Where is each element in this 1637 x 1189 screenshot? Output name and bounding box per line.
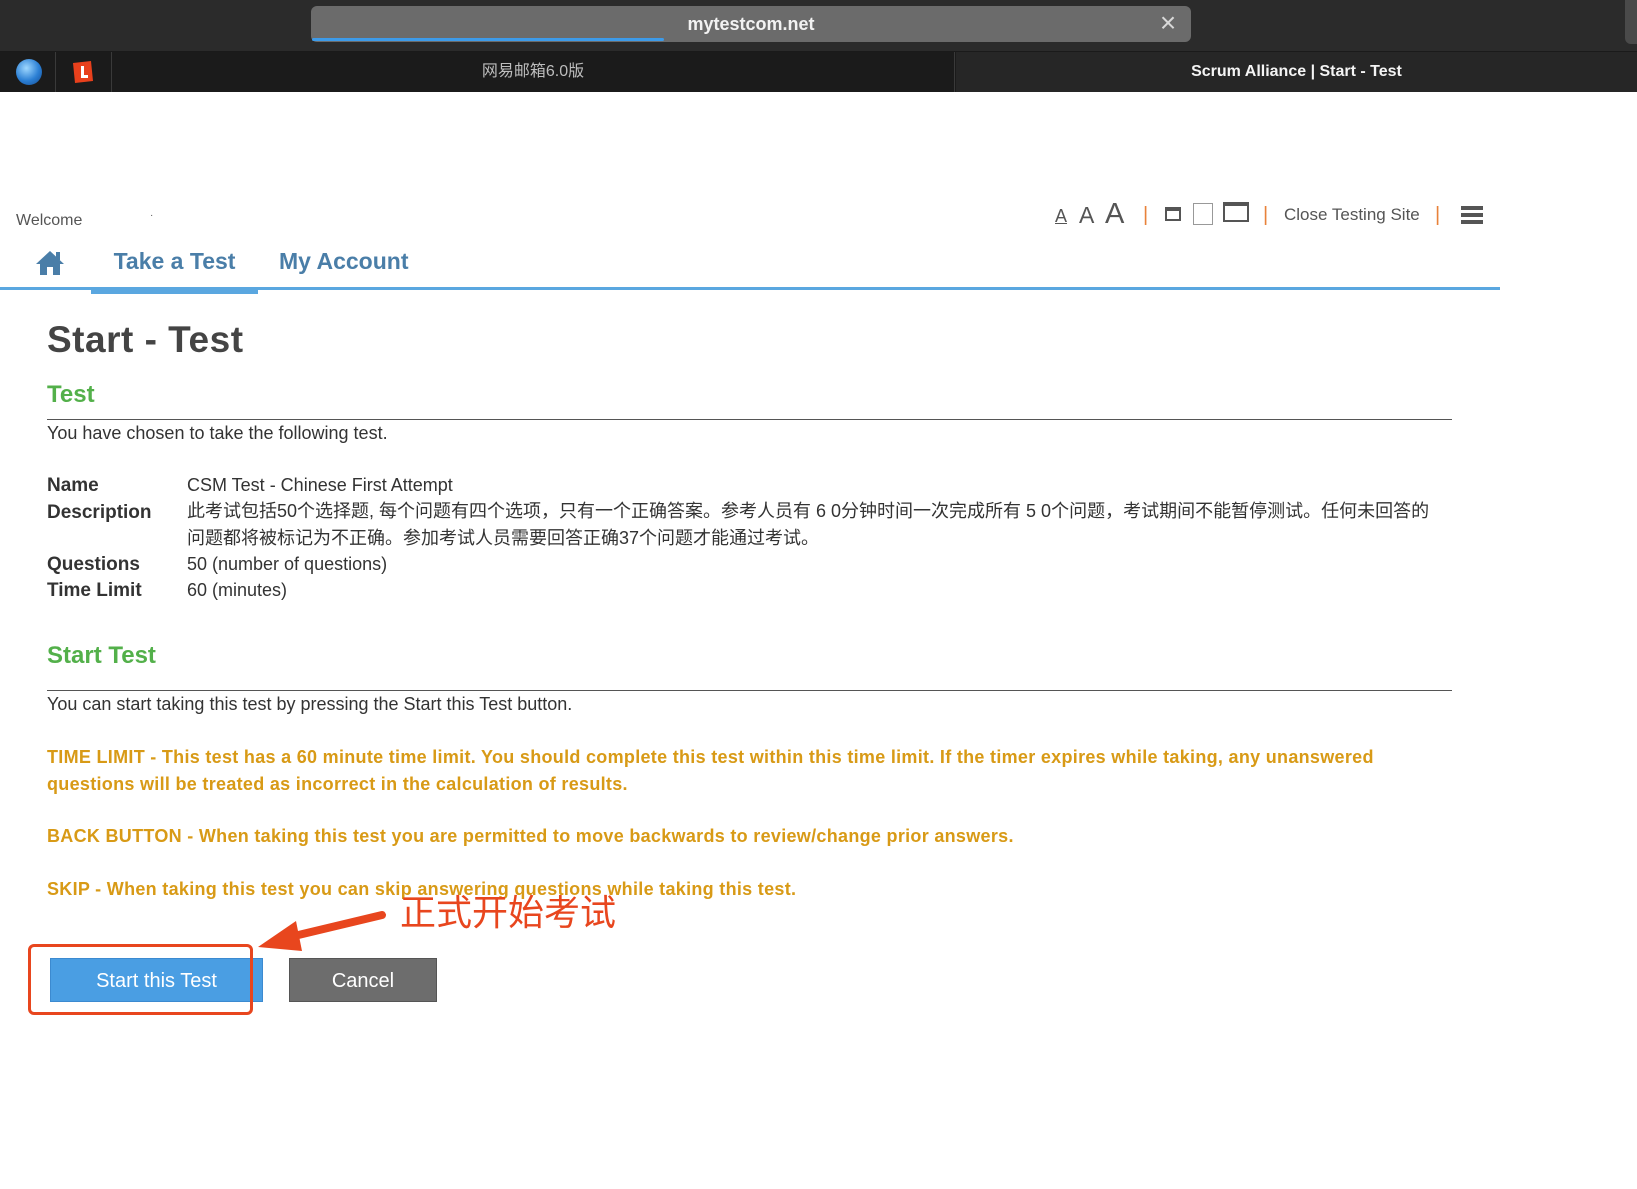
tab-my-account[interactable]: My Account (279, 248, 409, 283)
field-value-time-limit: 60 (minutes) (187, 580, 288, 600)
hamburger-menu-icon[interactable] (1461, 206, 1483, 226)
globe-icon (16, 59, 42, 85)
window-small-icon[interactable] (1165, 207, 1181, 221)
field-label-name: Name (47, 475, 99, 496)
page-content: Welcome · A A A | | Close Testing Site |… (0, 92, 1637, 1189)
field-value-description: 此考试包括50个选择题, 每个问题有四个选项，只有一个正确答案。参考人员有 6 … (187, 501, 1430, 548)
close-icon[interactable]: × (1155, 9, 1181, 37)
warning-time-limit: TIME LIMIT - This test has a 60 minute t… (47, 747, 1374, 794)
page-title: Start - Test (47, 319, 244, 360)
browser-globe-tab[interactable] (0, 52, 56, 92)
annotation-text: 正式开始考试 (400, 892, 617, 933)
window-edge (1625, 0, 1637, 44)
field-label-questions: Questions (47, 554, 140, 575)
divider: | (1263, 204, 1269, 226)
tab-take-a-test[interactable]: Take a Test (91, 248, 258, 294)
text-size-large-button[interactable]: A (1105, 198, 1124, 231)
address-bar[interactable]: mytestcom.net × (311, 6, 1191, 42)
section-divider (47, 419, 1452, 420)
test-intro-text: You have chosen to take the following te… (47, 423, 388, 443)
divider: | (1143, 204, 1149, 226)
page-load-progress (312, 38, 664, 41)
field-label-time-limit: Time Limit (47, 580, 142, 601)
window-medium-icon[interactable] (1193, 203, 1213, 225)
warning-skip: SKIP - When taking this test you can ski… (47, 879, 797, 899)
section-divider (47, 690, 1452, 691)
tab-netease-mail[interactable]: 网易邮箱6.0版 (112, 52, 955, 92)
browser-tab-bar: 网易邮箱6.0版 Scrum Alliance | Start - Test (0, 52, 1637, 92)
tab-scrum-alliance[interactable]: Scrum Alliance | Start - Test (956, 52, 1637, 92)
cancel-button[interactable]: Cancel (289, 958, 437, 1002)
welcome-text: Welcome (16, 212, 83, 229)
window-large-icon[interactable] (1223, 202, 1249, 222)
browser-url-bar-row: mytestcom.net × (0, 0, 1637, 52)
field-value-name: CSM Test - Chinese First Attempt (187, 475, 453, 495)
annotation-highlight-box (28, 944, 253, 1015)
username-redacted: · (150, 210, 154, 221)
annotation-arrow-icon (258, 911, 386, 951)
url-text: mytestcom.net (687, 14, 815, 34)
close-testing-site-link[interactable]: Close Testing Site (1284, 205, 1420, 225)
section-heading-test: Test (47, 381, 95, 408)
warning-back-button: BACK BUTTON - When taking this test you … (47, 826, 1014, 846)
main-nav: Take a Test My Account (0, 244, 1500, 294)
divider: | (1435, 204, 1441, 226)
start-intro-text: You can start taking this test by pressi… (47, 694, 573, 714)
section-heading-start-test: Start Test (47, 642, 156, 669)
text-size-medium-button[interactable]: A (1079, 202, 1094, 229)
text-size-small-button[interactable]: A (1055, 206, 1067, 227)
lastpass-tab[interactable] (56, 52, 112, 92)
field-value-questions: 50 (number of questions) (187, 554, 388, 574)
lastpass-icon (73, 61, 93, 83)
field-label-description: Description (47, 502, 152, 523)
home-icon[interactable] (33, 248, 67, 278)
